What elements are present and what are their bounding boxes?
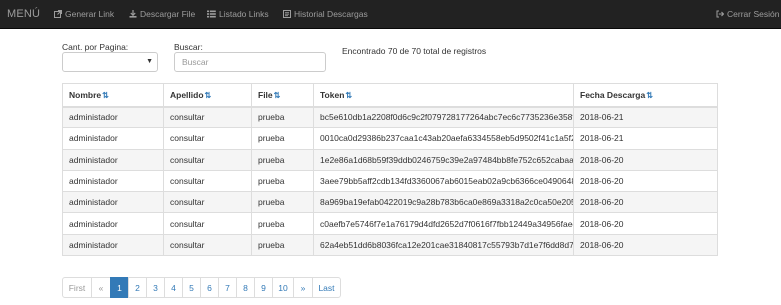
cell-file: prueba bbox=[251, 169, 314, 193]
table-row: administador consultar prueba 62a4eb51dd… bbox=[62, 233, 718, 257]
page-button-4[interactable]: 4 bbox=[164, 277, 183, 298]
download-icon bbox=[129, 10, 137, 18]
table-row: administador consultar prueba 1e2e86a1d6… bbox=[62, 148, 718, 171]
cell-fecha: 2018-06-21 bbox=[573, 127, 718, 150]
top-navbar: MENÚ Generar Link Descargar File Listado… bbox=[0, 0, 781, 29]
cell-file: prueba bbox=[251, 212, 314, 235]
logout-icon bbox=[716, 10, 724, 18]
sort-icon: ⇅ bbox=[102, 90, 109, 100]
column-header-file[interactable]: File⇅ bbox=[251, 83, 314, 108]
cell-fecha: 2018-06-20 bbox=[573, 212, 718, 235]
page-button-2[interactable]: 2 bbox=[128, 277, 147, 298]
nav-historial-descargas-label: Historial Descargas bbox=[294, 9, 368, 19]
last-page-button[interactable]: Last bbox=[312, 277, 341, 298]
sort-icon: ⇅ bbox=[204, 90, 212, 100]
page-button-10[interactable]: 10 bbox=[272, 277, 294, 298]
cell-apellido: consultar bbox=[163, 191, 252, 214]
column-header-nombre[interactable]: Nombre⇅ bbox=[62, 83, 164, 108]
logout-label: Cerrar Sesión bbox=[727, 9, 780, 19]
page-button-8[interactable]: 8 bbox=[236, 277, 255, 298]
nav-descargar-file-label: Descargar File bbox=[140, 9, 196, 19]
cell-apellido: consultar bbox=[163, 212, 252, 235]
cell-token: c0aefb7e5746f7e1a76179d4dfd2652d7f0616f7… bbox=[313, 212, 574, 235]
pagination: First « 1 2 3 4 5 6 7 8 9 10 » Last bbox=[62, 277, 341, 298]
search-label: Buscar: bbox=[174, 42, 203, 52]
nav-historial-descargas[interactable]: Historial Descargas bbox=[283, 9, 368, 19]
navbar-brand[interactable]: MENÚ bbox=[7, 8, 40, 20]
cell-token: 1e2e86a1d68b59f39ddb0246759c39e2a97484bb… bbox=[313, 148, 574, 171]
nav-listado-links[interactable]: Listado Links bbox=[207, 9, 269, 19]
cell-fecha: 2018-06-20 bbox=[573, 148, 718, 171]
sort-icon: ⇅ bbox=[646, 90, 653, 100]
logout-link[interactable]: Cerrar Sesión bbox=[716, 9, 779, 19]
search-input[interactable] bbox=[174, 52, 326, 72]
cell-apellido: consultar bbox=[163, 105, 252, 129]
chevron-down-icon: ▼ bbox=[146, 58, 153, 65]
cell-apellido: consultar bbox=[163, 127, 252, 150]
cell-fecha: 2018-06-20 bbox=[573, 191, 718, 214]
cell-nombre: administador bbox=[62, 212, 164, 235]
cell-nombre: administador bbox=[62, 191, 164, 214]
page-button-9[interactable]: 9 bbox=[254, 277, 273, 298]
sort-icon: ⇅ bbox=[345, 90, 353, 100]
table-row: administador consultar prueba 0010ca0d29… bbox=[62, 127, 718, 150]
cell-nombre: administador bbox=[62, 169, 164, 193]
cell-fecha: 2018-06-21 bbox=[573, 105, 718, 129]
cell-fecha: 2018-06-20 bbox=[573, 169, 718, 193]
cell-fecha: 2018-06-20 bbox=[573, 233, 718, 257]
downloads-table: Nombre⇅ Apellido⇅ File⇅ Token⇅ Fecha Des… bbox=[62, 83, 718, 257]
cell-nombre: administador bbox=[62, 233, 164, 257]
page-button-1[interactable]: 1 bbox=[110, 277, 129, 298]
page-button-5[interactable]: 5 bbox=[182, 277, 201, 298]
cell-token: 3aee79bb5aff2cdb134fd3360067ab6015eab02a… bbox=[313, 169, 574, 193]
external-link-icon bbox=[54, 10, 62, 18]
table-row: administador consultar prueba c0aefb7e57… bbox=[62, 212, 718, 235]
list-icon bbox=[207, 10, 216, 18]
next-page-button[interactable]: » bbox=[293, 277, 313, 298]
table-row: administador consultar prueba 8a969ba19e… bbox=[62, 191, 718, 214]
cell-apellido: consultar bbox=[163, 148, 252, 171]
table-row: administador consultar prueba 3aee79bb5a… bbox=[62, 169, 718, 193]
table-row: administador consultar prueba bc5e610db1… bbox=[62, 105, 718, 129]
cell-apellido: consultar bbox=[163, 233, 252, 257]
nav-generar-link[interactable]: Generar Link bbox=[54, 9, 114, 19]
cell-token: 8a969ba19efab0422019c9a28b783b6ca0e869a3… bbox=[313, 191, 574, 214]
nav-descargar-file[interactable]: Descargar File bbox=[129, 9, 195, 19]
page-button-6[interactable]: 6 bbox=[200, 277, 219, 298]
prev-page-button[interactable]: « bbox=[91, 277, 111, 298]
nav-generar-link-label: Generar Link bbox=[65, 9, 115, 19]
column-header-fecha-descarga[interactable]: Fecha Descarga⇅ bbox=[573, 83, 718, 108]
cell-token: 62a4eb51dd6b8036fca12e201cae31840817c557… bbox=[313, 233, 574, 257]
cell-file: prueba bbox=[251, 148, 314, 171]
cell-file: prueba bbox=[251, 127, 314, 150]
cell-token: bc5e610db1a2208f0d6c9c2f079728177264abc7… bbox=[313, 105, 574, 129]
cell-nombre: administador bbox=[62, 127, 164, 150]
sort-icon: ⇅ bbox=[273, 90, 281, 100]
column-header-token[interactable]: Token⇅ bbox=[313, 83, 574, 108]
page-button-3[interactable]: 3 bbox=[146, 277, 165, 298]
column-header-apellido[interactable]: Apellido⇅ bbox=[163, 83, 252, 108]
cell-apellido: consultar bbox=[163, 169, 252, 193]
cell-file: prueba bbox=[251, 105, 314, 129]
nav-listado-links-label: Listado Links bbox=[219, 9, 269, 19]
table-header-row: Nombre⇅ Apellido⇅ File⇅ Token⇅ Fecha Des… bbox=[62, 83, 718, 108]
cell-nombre: administador bbox=[62, 105, 164, 129]
history-icon bbox=[283, 10, 291, 18]
cell-nombre: administador bbox=[62, 148, 164, 171]
page-size-select[interactable]: ▼ bbox=[62, 52, 158, 72]
page-size-label: Cant. por Pagina: bbox=[62, 42, 129, 52]
first-page-button[interactable]: First bbox=[62, 277, 92, 298]
cell-token: 0010ca0d29386b237caa1c43ab20aefa6334558e… bbox=[313, 127, 574, 150]
page-button-7[interactable]: 7 bbox=[218, 277, 237, 298]
records-count: Encontrado 70 de 70 total de registros bbox=[342, 46, 487, 56]
cell-file: prueba bbox=[251, 191, 314, 214]
cell-file: prueba bbox=[251, 233, 314, 257]
